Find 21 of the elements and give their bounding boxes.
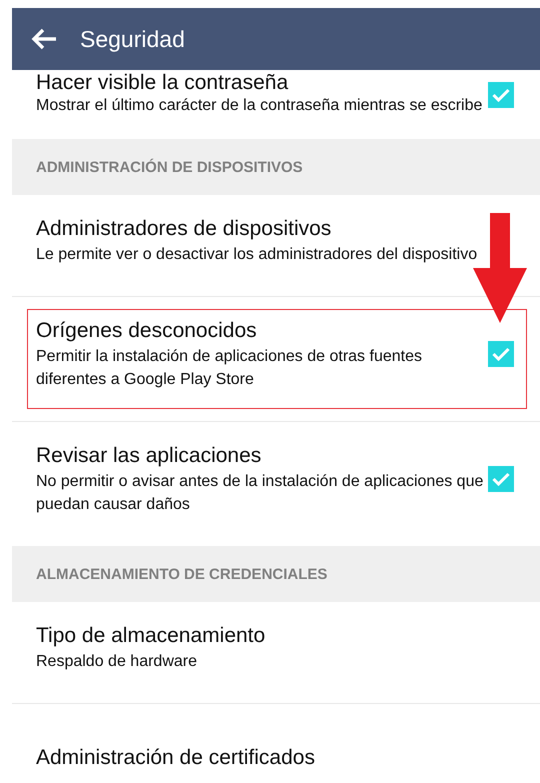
checkbox[interactable] — [488, 466, 514, 492]
setting-summary: Respaldo de hardware — [36, 652, 198, 672]
setting-title[interactable]: Administración de certificados — [36, 744, 486, 772]
check-icon — [492, 472, 510, 486]
setting-summary: Le permite ver o desactivar los administradores del dispositivo — [36, 245, 478, 265]
setting-title[interactable]: Orígenes desconocidos — [36, 317, 486, 345]
setting-title[interactable]: Hacer visible la contraseña — [36, 72, 486, 94]
setting-title[interactable]: Revisar las aplicaciones — [36, 442, 486, 470]
check-icon — [492, 88, 510, 102]
setting-summary: Mostrar el último carácter de la contraseña mientras se escribe — [36, 96, 484, 116]
checkbox[interactable] — [488, 82, 514, 108]
setting-summary: No permitir o avisar antes de la instalación de aplicaciones que puedan causar daños — [36, 472, 484, 515]
section-header: ALMACENAMIENTO DE CREDENCIALES — [36, 566, 328, 582]
setting-title[interactable]: Administradores de dispositivos — [36, 215, 486, 243]
section-header: ADMINISTRACIÓN DE DISPOSITIVOS — [36, 158, 303, 176]
setting-title[interactable]: Tipo de almacenamiento — [36, 622, 486, 650]
checkbox[interactable] — [488, 341, 514, 367]
back-icon[interactable] — [30, 27, 58, 51]
setting-summary: Permitir la instalación de aplicaciones de otras fuentes diferentes a Google Play Store — [36, 347, 423, 390]
check-icon — [492, 347, 510, 361]
screen-title: Seguridad — [80, 26, 185, 52]
